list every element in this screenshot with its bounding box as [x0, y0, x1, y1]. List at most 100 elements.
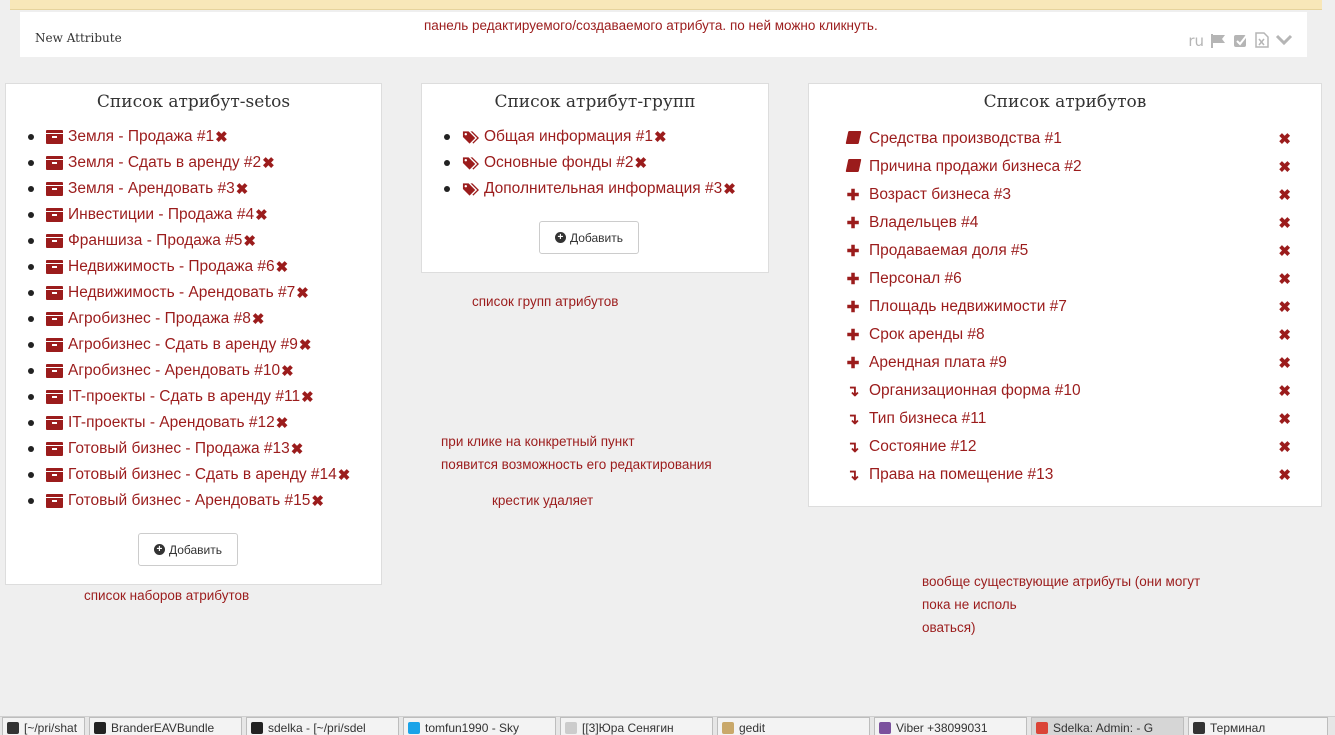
group-label[interactable]: Дополнительная информация #3: [484, 180, 722, 198]
delete-x-icon[interactable]: ✖: [1278, 466, 1291, 484]
delete-x-icon[interactable]: ✖: [252, 310, 265, 328]
taskbar-item[interactable]: gedit: [717, 717, 870, 735]
delete-x-icon[interactable]: ✖: [243, 232, 256, 250]
group-list-item[interactable]: Общая информация #1 ✖: [444, 124, 768, 150]
delete-x-icon[interactable]: ✖: [301, 388, 314, 406]
set-label[interactable]: IT-проекты - Арендовать #12: [68, 414, 275, 432]
attribute-label[interactable]: Продаваемая доля #5: [869, 242, 1028, 260]
taskbar-item[interactable]: sdelka - [~/pri/sdel: [246, 717, 399, 735]
language-label[interactable]: ru: [1188, 34, 1204, 49]
delete-x-icon[interactable]: ✖: [281, 362, 294, 380]
set-list-item[interactable]: Франшиза - Продажа #5 ✖: [28, 228, 381, 254]
delete-x-icon[interactable]: ✖: [723, 180, 736, 198]
set-list-item[interactable]: Земля - Арендовать #3 ✖: [28, 176, 381, 202]
delete-x-icon[interactable]: ✖: [1278, 158, 1291, 176]
group-label[interactable]: Основные фонды #2: [484, 154, 634, 172]
attribute-list-item[interactable]: ↴ Состояние #12 ✖: [845, 433, 1291, 461]
attribute-label[interactable]: Срок аренды #8: [869, 326, 985, 344]
add-group-button[interactable]: + Добавить: [539, 221, 639, 254]
add-set-button[interactable]: + Добавить: [138, 533, 238, 566]
attribute-list-item[interactable]: ✚ Персонал #6 ✖: [845, 265, 1291, 293]
taskbar-item[interactable]: [[3]Юра Сенягин: [560, 717, 713, 735]
set-list-item[interactable]: Агробизнес - Сдать в аренду #9 ✖: [28, 332, 381, 358]
attribute-label[interactable]: Возраст бизнеса #3: [869, 186, 1011, 204]
set-list-item[interactable]: Агробизнес - Арендовать #10 ✖: [28, 358, 381, 384]
attribute-list-item[interactable]: ✚ Арендная плата #9 ✖: [845, 349, 1291, 377]
set-label[interactable]: Недвижимость - Продажа #6: [68, 258, 275, 276]
delete-x-icon[interactable]: ✖: [236, 180, 249, 198]
set-label[interactable]: Готовый бизнес - Продажа #13: [68, 440, 290, 458]
set-label[interactable]: Агробизнес - Продажа #8: [68, 310, 251, 328]
attribute-label[interactable]: Персонал #6: [869, 270, 962, 288]
delete-x-icon[interactable]: ✖: [1278, 130, 1291, 148]
delete-x-icon[interactable]: ✖: [296, 284, 309, 302]
set-list-item[interactable]: Инвестиции - Продажа #4 ✖: [28, 202, 381, 228]
attribute-list-item[interactable]: ✚ Возраст бизнеса #3 ✖: [845, 181, 1291, 209]
set-label[interactable]: Земля - Арендовать #3: [68, 180, 235, 198]
delete-x-icon[interactable]: ✖: [255, 206, 268, 224]
flag-icon[interactable]: [1210, 33, 1227, 51]
delete-x-icon[interactable]: ✖: [1278, 410, 1291, 428]
delete-x-icon[interactable]: ✖: [311, 492, 324, 510]
attribute-list-item[interactable]: ↴ Организационная форма #10 ✖: [845, 377, 1291, 405]
attribute-label[interactable]: Состояние #12: [869, 438, 977, 456]
attribute-list-item[interactable]: ✚ Продаваемая доля #5 ✖: [845, 237, 1291, 265]
delete-x-icon[interactable]: ✖: [1278, 214, 1291, 232]
attribute-label[interactable]: Площадь недвижимости #7: [869, 298, 1067, 316]
set-label[interactable]: Недвижимость - Арендовать #7: [68, 284, 295, 302]
delete-x-icon[interactable]: ✖: [1278, 438, 1291, 456]
set-label[interactable]: Готовый бизнес - Сдать в аренду #14: [68, 466, 337, 484]
group-label[interactable]: Общая информация #1: [484, 128, 653, 146]
attribute-label[interactable]: Права на помещение #13: [869, 466, 1053, 484]
excel-file-icon[interactable]: [1255, 32, 1269, 51]
delete-x-icon[interactable]: ✖: [338, 466, 351, 484]
delete-x-icon[interactable]: ✖: [299, 336, 312, 354]
delete-x-icon[interactable]: ✖: [654, 128, 667, 146]
set-list-item[interactable]: Недвижимость - Продажа #6 ✖: [28, 254, 381, 280]
set-list-item[interactable]: Готовый бизнес - Сдать в аренду #14 ✖: [28, 462, 381, 488]
check-square-icon[interactable]: [1233, 33, 1249, 51]
group-list-item[interactable]: Дополнительная информация #3 ✖: [444, 176, 768, 202]
delete-x-icon[interactable]: ✖: [291, 440, 304, 458]
set-label[interactable]: Агробизнес - Сдать в аренду #9: [68, 336, 298, 354]
attribute-label[interactable]: Тип бизнеса #11: [869, 410, 986, 428]
delete-x-icon[interactable]: ✖: [276, 258, 289, 276]
taskbar-item[interactable]: tomfun1990 - Sky: [403, 717, 556, 735]
attribute-list-item[interactable]: ↴ Права на помещение #13 ✖: [845, 461, 1291, 489]
delete-x-icon[interactable]: ✖: [1278, 242, 1291, 260]
set-label[interactable]: Инвестиции - Продажа #4: [68, 206, 254, 224]
delete-x-icon[interactable]: ✖: [1278, 354, 1291, 372]
attribute-list-item[interactable]: Причина продажи бизнеса #2 ✖: [845, 153, 1291, 181]
delete-x-icon[interactable]: ✖: [1278, 270, 1291, 288]
set-label[interactable]: Земля - Продажа #1: [68, 128, 214, 146]
delete-x-icon[interactable]: ✖: [635, 154, 648, 172]
chevron-down-icon[interactable]: [1275, 33, 1293, 50]
attribute-list-item[interactable]: ✚ Площадь недвижимости #7 ✖: [845, 293, 1291, 321]
taskbar-item[interactable]: BranderEAVBundle: [89, 717, 242, 735]
set-list-item[interactable]: IT-проекты - Арендовать #12 ✖: [28, 410, 381, 436]
set-label[interactable]: Готовый бизнес - Арендовать #15: [68, 492, 310, 510]
attribute-list-item[interactable]: ✚ Срок аренды #8 ✖: [845, 321, 1291, 349]
attribute-label[interactable]: Средства производства #1: [869, 130, 1062, 148]
set-list-item[interactable]: Земля - Продажа #1 ✖: [28, 124, 381, 150]
delete-x-icon[interactable]: ✖: [1278, 186, 1291, 204]
taskbar-item[interactable]: Viber +38099031: [874, 717, 1027, 735]
set-list-item[interactable]: Земля - Сдать в аренду #2 ✖: [28, 150, 381, 176]
attribute-list-item[interactable]: ↴ Тип бизнеса #11 ✖: [845, 405, 1291, 433]
delete-x-icon[interactable]: ✖: [1278, 298, 1291, 316]
set-list-item[interactable]: Готовый бизнес - Продажа #13 ✖: [28, 436, 381, 462]
attribute-list-item[interactable]: Средства производства #1 ✖: [845, 125, 1291, 153]
set-label[interactable]: Земля - Сдать в аренду #2: [68, 154, 261, 172]
attribute-label[interactable]: Владельцев #4: [869, 214, 978, 232]
group-list-item[interactable]: Основные фонды #2 ✖: [444, 150, 768, 176]
delete-x-icon[interactable]: ✖: [1278, 382, 1291, 400]
attribute-label[interactable]: Причина продажи бизнеса #2: [869, 158, 1082, 176]
attribute-label[interactable]: Организационная форма #10: [869, 382, 1081, 400]
delete-x-icon[interactable]: ✖: [262, 154, 275, 172]
set-label[interactable]: Франшиза - Продажа #5: [68, 232, 242, 250]
set-label[interactable]: IT-проекты - Сдать в аренду #11: [68, 388, 300, 406]
attribute-list-item[interactable]: ✚ Владельцев #4 ✖: [845, 209, 1291, 237]
attribute-label[interactable]: Арендная плата #9: [869, 354, 1007, 372]
set-list-item[interactable]: Агробизнес - Продажа #8 ✖: [28, 306, 381, 332]
set-list-item[interactable]: Недвижимость - Арендовать #7 ✖: [28, 280, 381, 306]
